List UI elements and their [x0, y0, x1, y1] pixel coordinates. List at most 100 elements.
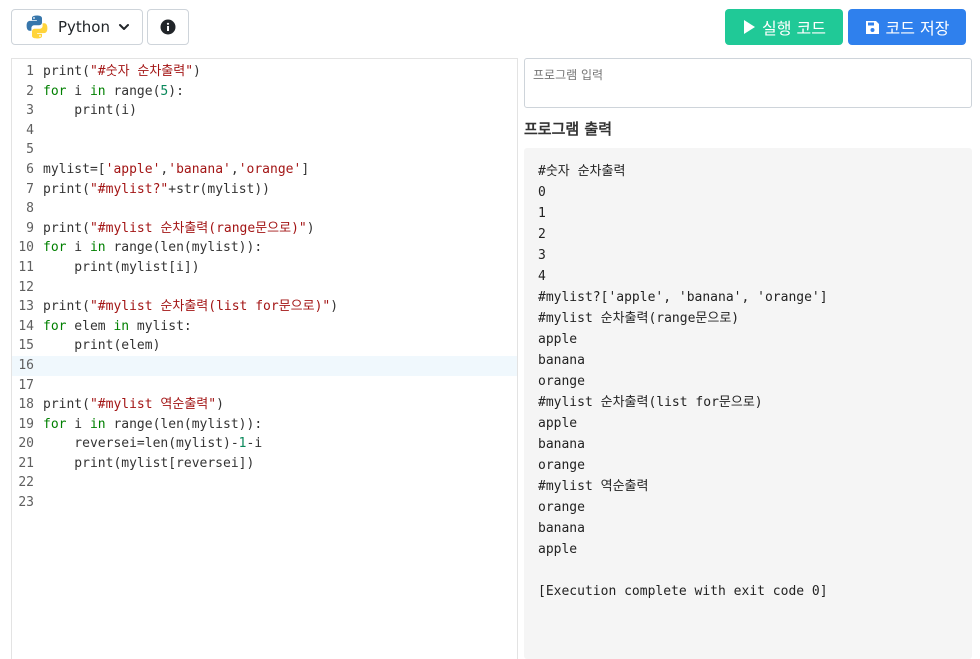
code-line[interactable]: 13 print("#mylist 순차출력(list for문으로)") [12, 297, 517, 317]
code-text: print(mylist[reversei]) [43, 455, 255, 471]
code-line[interactable]: 16 [12, 355, 517, 376]
output-title: 프로그램 출력 [524, 120, 613, 138]
line-number: 15 [18, 338, 34, 354]
language-label: Python [58, 18, 110, 36]
code-text: print(elem) [43, 338, 161, 354]
output-line: 1 [538, 206, 546, 221]
line-number: 21 [18, 455, 34, 471]
output-line: orange [538, 500, 585, 515]
code-text: for i in range(5): [43, 83, 184, 99]
line-number: 1 [26, 64, 34, 79]
code-line[interactable]: 9 print("#mylist 순차출력(range문으로)") [12, 219, 517, 239]
code-text: print("#mylist 역순출력") [43, 397, 224, 413]
code-line[interactable]: 11 print(mylist[i]) [12, 258, 517, 278]
code-line[interactable]: 10 for i in range(len(mylist)): [12, 238, 517, 258]
floppy-disk-icon [865, 20, 880, 35]
code-line[interactable]: 20 reversei=len(mylist)-1-i [12, 434, 517, 454]
line-number: 11 [18, 259, 34, 275]
language-select-button[interactable]: Python [11, 9, 143, 45]
code-line[interactable]: 2 for i in range(5): [12, 82, 517, 102]
line-number: 14 [18, 318, 34, 334]
line-number: 12 [18, 279, 34, 295]
output-line: banana [538, 437, 585, 452]
code-text: mylist=['apple','banana','orange'] [43, 161, 310, 177]
line-number: 13 [18, 299, 34, 315]
output-line: [Execution complete with exit code 0] [538, 584, 828, 599]
code-text: print("#mylist?"+str(mylist)) [43, 181, 270, 197]
line-number: 10 [18, 240, 34, 256]
output-line: #mylist 역순출력 [538, 479, 649, 494]
output-line: orange [538, 374, 585, 389]
code-line[interactable]: 8 [12, 199, 517, 219]
output-line: 3 [538, 248, 546, 263]
output-line: orange [538, 458, 585, 473]
code-text: for i in range(len(mylist)): [43, 416, 263, 432]
code-line[interactable]: 21 print(mylist[reversei]) [12, 454, 517, 474]
output-line: 4 [538, 269, 546, 284]
code-line[interactable]: 6 mylist=['apple','banana','orange'] [12, 160, 517, 180]
line-number: 23 [18, 495, 34, 511]
code-editor[interactable]: 1 print("#숫자 순차출력") 2 for i in range(5): 3 p… [11, 58, 518, 659]
line-number: 9 [26, 220, 34, 236]
line-number: 22 [18, 475, 34, 491]
code-line[interactable]: 14 for elem in mylist: [12, 317, 517, 337]
line-number: 5 [26, 142, 34, 158]
info-circle-icon [160, 19, 176, 35]
output-lines: #숫자 순차출력 0 1 2 3 4 #mylist?['apple', 'banana',… [538, 161, 828, 602]
line-number: 18 [18, 397, 34, 413]
code-text: print("#mylist 순차출력(list for문으로)") [43, 299, 339, 315]
code-line[interactable]: 22 [12, 473, 517, 493]
output-line: 2 [538, 227, 546, 242]
code-lines: 1 print("#숫자 순차출력") 2 for i in range(5): 3 p… [12, 62, 517, 513]
line-number: 6 [26, 161, 34, 177]
code-text: print(mylist[i]) [43, 259, 200, 275]
code-line[interactable]: 7 print("#mylist?"+str(mylist)) [12, 180, 517, 200]
output-line: #mylist 순차출력(list for문으로) [538, 395, 763, 410]
output-line: #숫자 순차출력 [538, 164, 626, 179]
code-line[interactable]: 3 print(i) [12, 101, 517, 121]
code-line[interactable]: 12 [12, 278, 517, 298]
code-line[interactable]: 5 [12, 140, 517, 160]
line-number: 17 [18, 377, 34, 393]
output-line: 0 [538, 185, 546, 200]
line-number: 16 [18, 357, 34, 373]
line-number: 7 [26, 181, 34, 197]
line-number: 2 [26, 83, 34, 99]
output-line: apple [538, 416, 578, 431]
code-line[interactable]: 18 print("#mylist 역순출력") [12, 395, 517, 415]
code-line[interactable]: 19 for i in range(len(mylist)): [12, 415, 517, 435]
code-text: reversei=len(mylist)-1-i [43, 436, 263, 452]
code-text: for elem in mylist: [43, 318, 192, 334]
chevron-down-icon [118, 21, 130, 33]
code-text: print(i) [43, 103, 137, 119]
code-text: for i in range(len(mylist)): [43, 240, 263, 256]
code-line[interactable]: 23 [12, 493, 517, 513]
code-line[interactable]: 1 print("#숫자 순차출력") [12, 62, 517, 82]
save-code-label: 코드 저장 [885, 19, 950, 38]
line-number: 4 [26, 122, 34, 138]
program-output: #숫자 순차출력 0 1 2 3 4 #mylist?['apple', 'banana',… [524, 148, 972, 659]
line-number: 8 [26, 201, 34, 217]
python-logo-icon [24, 14, 50, 40]
run-code-label: 실행 코드 [762, 19, 826, 38]
run-code-button[interactable]: 실행 코드 [725, 9, 843, 45]
code-line[interactable]: 4 [12, 121, 517, 141]
line-number: 19 [18, 416, 34, 432]
code-text: print("#mylist 순차출력(range문으로)") [43, 220, 315, 236]
output-line: #mylist 순차출력(range문으로) [538, 311, 740, 326]
line-number: 3 [26, 103, 34, 119]
output-line: banana [538, 521, 585, 536]
output-line: #mylist?['apple', 'banana', 'orange'] [538, 290, 828, 305]
code-text: print("#숫자 순차출력") [43, 64, 201, 79]
code-line[interactable]: 15 print(elem) [12, 336, 517, 356]
play-icon [742, 19, 756, 35]
output-line: apple [538, 542, 578, 557]
program-input[interactable] [524, 58, 972, 108]
info-button[interactable] [147, 9, 189, 45]
line-number: 20 [18, 436, 34, 452]
output-line: banana [538, 353, 585, 368]
code-line[interactable]: 17 [12, 376, 517, 396]
save-code-button[interactable]: 코드 저장 [848, 9, 966, 45]
output-line: apple [538, 332, 578, 347]
